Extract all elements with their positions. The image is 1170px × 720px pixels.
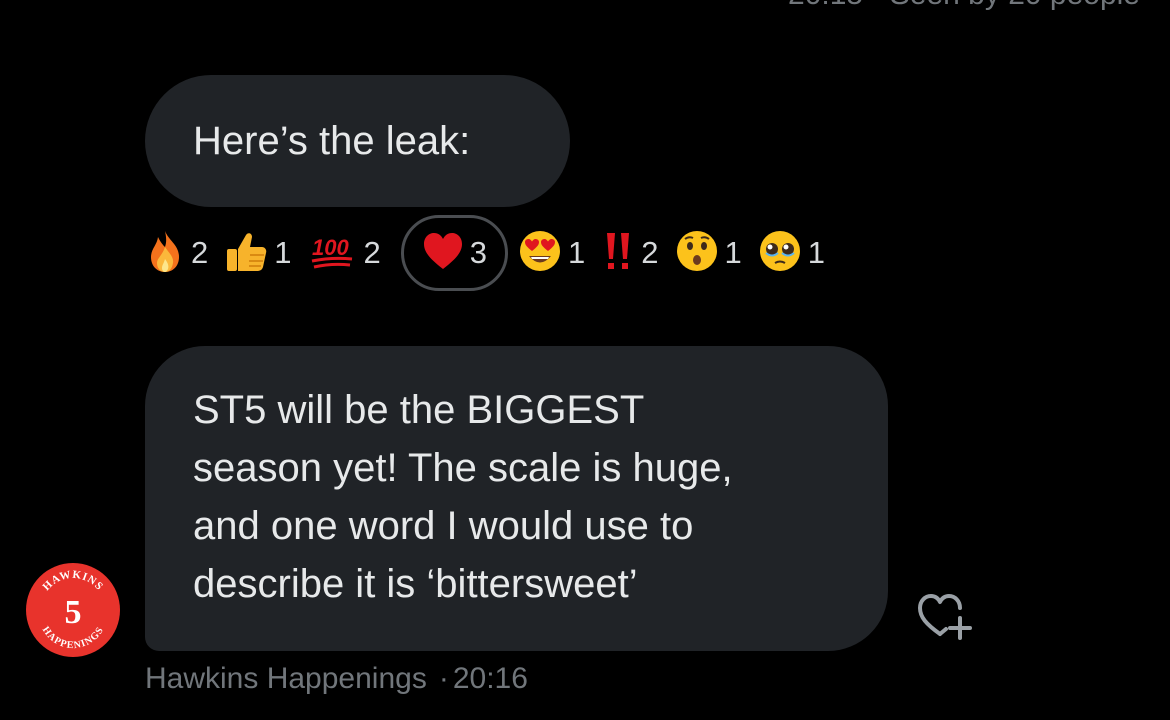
reaction-fire[interactable]: 2 [145, 215, 222, 291]
reaction-bar: 2 1 100 2 3 1 2 1 1 [145, 213, 841, 293]
reaction-astonished[interactable]: 1 [675, 215, 756, 291]
reaction-count: 1 [807, 235, 825, 270]
reaction-double-exclamation[interactable]: 2 [601, 215, 672, 291]
reaction-count: 2 [641, 235, 659, 270]
reaction-count: 1 [274, 235, 292, 270]
avatar[interactable]: HAWKINS 5 HAPPENINGS [25, 562, 121, 658]
dm-conversation: 20:15 · Seen by 20 people Here’s the lea… [0, 0, 1170, 720]
meta-separator: · [438, 662, 449, 695]
message-bubble[interactable]: ST5 will be the BIGGEST season yet! The … [145, 346, 888, 651]
message-text-line: and one word I would use to [193, 504, 694, 548]
red-heart-emoji-icon [422, 231, 464, 276]
heart-plus-icon [916, 594, 980, 646]
message-text-line: ST5 will be the BIGGEST [193, 388, 645, 432]
message-bubble[interactable]: Here’s the leak: [145, 75, 570, 207]
reaction-hundred[interactable]: 100 2 [308, 215, 395, 291]
sender-name: Hawkins Happenings [145, 662, 427, 695]
add-reaction-button[interactable] [916, 590, 980, 642]
astonished-face-emoji-icon [675, 229, 719, 278]
message-text-line: season yet! The scale is huge, [193, 446, 733, 490]
svg-text:100: 100 [312, 235, 349, 260]
message-meta: Hawkins Happenings · 20:16 [145, 662, 528, 696]
reaction-thumbs-up[interactable]: 1 [224, 215, 305, 291]
message-text-line: describe it is ‘bittersweet’ [193, 562, 638, 606]
reaction-count: 1 [568, 235, 586, 270]
double-exclamation-emoji-icon [601, 229, 635, 278]
heart-eyes-emoji-icon [518, 229, 562, 278]
message-text: Here’s the leak: [193, 119, 471, 163]
fire-emoji-icon [145, 229, 185, 278]
reaction-count: 1 [724, 235, 742, 270]
avatar-number: 5 [65, 594, 82, 631]
reaction-heart-eyes[interactable]: 1 [518, 215, 599, 291]
reaction-count: 3 [469, 235, 487, 270]
message-timestamp: 20:16 [452, 662, 528, 695]
reaction-heart-selected[interactable]: 3 [400, 215, 508, 291]
reaction-count: 2 [363, 235, 381, 270]
reaction-count: 2 [191, 235, 209, 270]
hundred-points-emoji-icon: 100 [308, 229, 358, 278]
thumbs-up-emoji-icon [224, 229, 268, 278]
pleading-face-emoji-icon [758, 229, 802, 278]
reaction-pleading[interactable]: 1 [758, 215, 839, 291]
previous-message-meta: 20:15 · Seen by 20 people [788, 0, 1140, 12]
